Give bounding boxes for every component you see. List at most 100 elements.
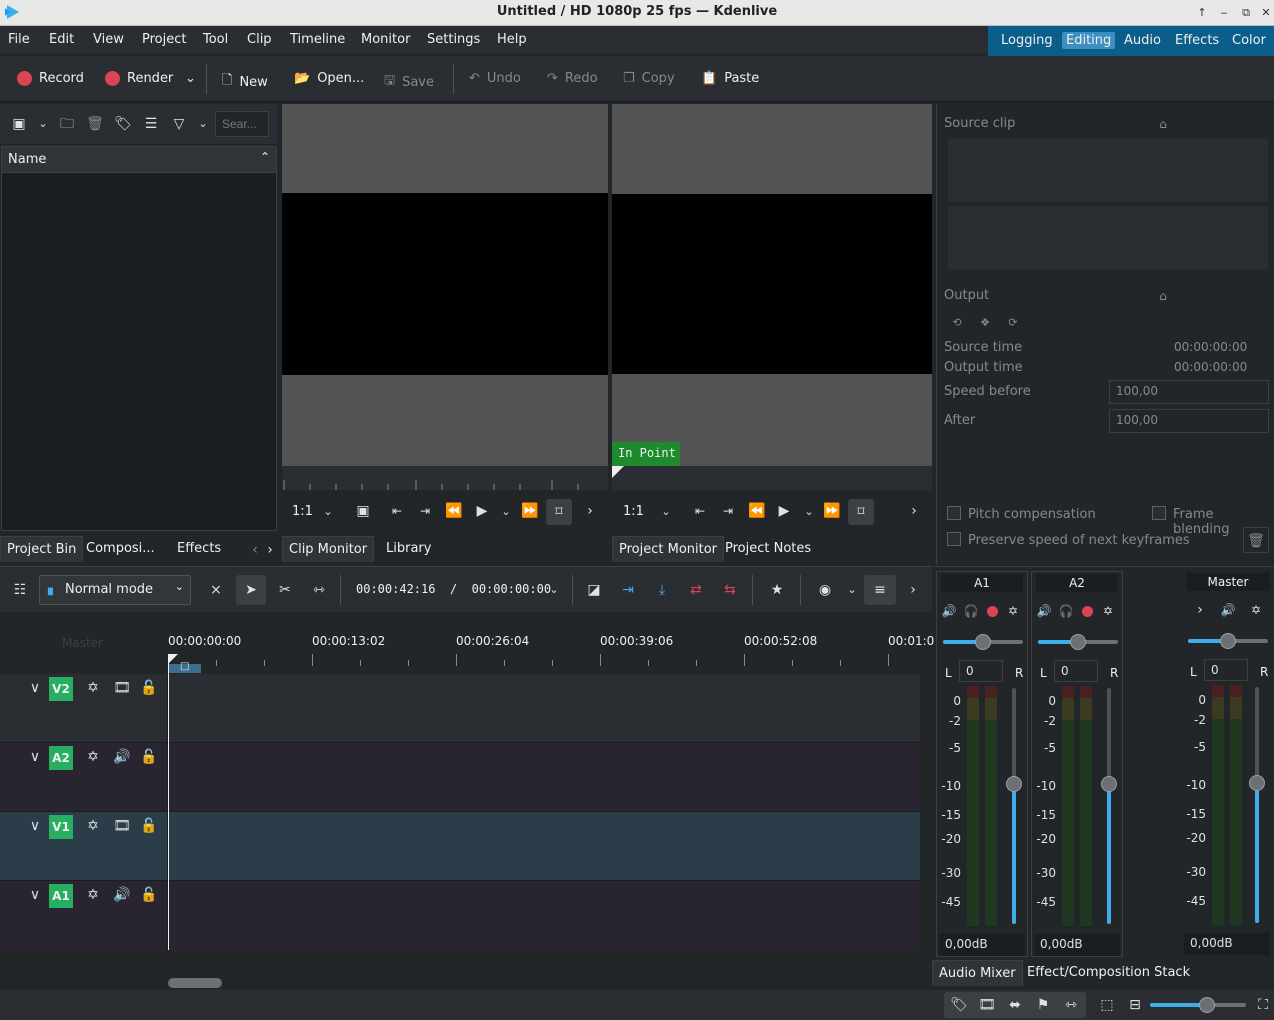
menu-settings[interactable]: Settings: [427, 32, 480, 47]
zoom-out-icon[interactable]: ⊟: [1126, 996, 1144, 1014]
zone-marker[interactable]: □: [168, 661, 201, 673]
balance-input[interactable]: 0: [959, 660, 1003, 682]
headphones-icon[interactable]: 🎧: [1058, 602, 1074, 620]
track-label-v2[interactable]: V2: [49, 677, 73, 701]
more-options-icon[interactable]: ›: [906, 502, 922, 520]
tab-project-bin[interactable]: Project Bin: [0, 536, 84, 562]
mixer-toggle-icon[interactable]: ≡: [864, 575, 896, 605]
play-icon[interactable]: ▶: [473, 502, 491, 520]
mute-audio-icon[interactable]: 🔊: [112, 748, 132, 766]
delete-icon[interactable]: 🗑: [86, 115, 104, 133]
volume-db-input[interactable]: 0,00dB: [1184, 933, 1270, 955]
menu-monitor[interactable]: Monitor: [361, 32, 410, 47]
track-label-a1[interactable]: A1: [49, 884, 73, 908]
hide-video-icon[interactable]: 🎞: [112, 679, 132, 697]
source-time-value[interactable]: 00:00:00:00: [1174, 340, 1247, 354]
playhead-marker-icon[interactable]: [168, 654, 178, 664]
track-a1[interactable]: [0, 881, 920, 950]
next-keyframe-icon[interactable]: ⟳: [1005, 314, 1021, 332]
frame-blending-checkbox[interactable]: [1152, 506, 1166, 520]
tab-scroll-left-icon[interactable]: ‹: [248, 541, 262, 559]
collapse-track-icon[interactable]: ∨: [25, 886, 45, 904]
balance-input[interactable]: 0: [1054, 660, 1098, 682]
tab-compositions[interactable]: Composi...: [80, 536, 161, 561]
track-v2[interactable]: [0, 674, 920, 743]
timeline-ruler[interactable]: Master 00:00:00:00 00:00:13:02 00:00:26:…: [0, 614, 934, 674]
crop-icon[interactable]: ⌑: [546, 499, 572, 525]
lock-icon[interactable]: 🔓: [140, 886, 158, 904]
mute-icon[interactable]: 🔊: [1036, 602, 1052, 620]
lock-icon[interactable]: 🔓: [140, 679, 158, 697]
effect-wand-icon[interactable]: ✡: [1248, 601, 1264, 619]
tag-icon[interactable]: 🏷: [950, 996, 968, 1014]
menu-view[interactable]: View: [93, 32, 124, 47]
after-input[interactable]: 100,00: [1109, 409, 1269, 433]
more-options-icon[interactable]: ›: [905, 581, 921, 599]
hide-video-icon[interactable]: 🎞: [112, 817, 132, 835]
set-in-icon[interactable]: ⇤: [389, 502, 405, 520]
previous-keyframe-icon[interactable]: ⟲: [949, 314, 965, 332]
pin-icon[interactable]: ⌂: [1155, 115, 1171, 133]
menu-tool[interactable]: Tool: [203, 32, 228, 47]
layout-effects[interactable]: Effects: [1175, 33, 1219, 48]
lift-icon[interactable]: ⇄: [687, 581, 705, 599]
menu-help[interactable]: Help: [497, 32, 527, 47]
set-in-icon[interactable]: ⇤: [692, 502, 708, 520]
paste-button[interactable]: 📋 Paste: [701, 71, 759, 86]
delete-keyframe-icon[interactable]: 🗑: [1243, 527, 1269, 553]
tag-icon[interactable]: 🏷: [114, 115, 132, 133]
preserve-speed-checkbox[interactable]: [947, 532, 961, 546]
zoom-in-icon[interactable]: ⛶: [1254, 996, 1272, 1014]
menu-edit[interactable]: Edit: [49, 32, 74, 47]
tab-effect-stack[interactable]: Effect/Composition Stack: [1021, 960, 1196, 985]
chevron-down-icon[interactable]: ⌄: [546, 581, 562, 599]
split-audio-icon[interactable]: ◪: [585, 581, 603, 599]
track-v1[interactable]: [0, 812, 920, 881]
lock-icon[interactable]: 🔓: [140, 748, 158, 766]
undo-button[interactable]: ↶ Undo: [469, 71, 521, 86]
effect-wand-icon[interactable]: ✡: [84, 679, 102, 697]
headphones-icon[interactable]: 🎧: [963, 602, 979, 620]
pin-icon[interactable]: ⌂: [1155, 287, 1171, 305]
film-icon[interactable]: 🎞: [978, 996, 996, 1014]
render-dropdown-icon[interactable]: ⌄: [185, 71, 196, 86]
insert-icon[interactable]: ⇥: [619, 581, 637, 599]
new-button[interactable]: 🗋 New: [222, 71, 268, 93]
tab-project-monitor[interactable]: Project Monitor: [612, 536, 725, 562]
tab-project-notes[interactable]: Project Notes: [719, 536, 817, 561]
keep-above-icon[interactable]: ↑: [1192, 4, 1212, 22]
effect-wand-icon[interactable]: ✡: [84, 886, 102, 904]
effect-wand-icon[interactable]: ✡: [1005, 602, 1021, 620]
set-out-icon[interactable]: ⇥: [720, 502, 736, 520]
edit-mode-select[interactable]: ▖ Normal mode ⌄: [39, 575, 191, 605]
effect-wand-icon[interactable]: ✡: [1100, 602, 1116, 620]
chevron-down-icon[interactable]: ⌄: [844, 581, 860, 599]
expand-effects-icon[interactable]: ›: [1192, 601, 1208, 619]
forward-icon[interactable]: ⏩: [823, 502, 841, 520]
add-keyframe-icon[interactable]: ❖: [977, 314, 993, 332]
razor-tool-icon[interactable]: ✂: [276, 581, 294, 599]
volume-fader[interactable]: [1006, 776, 1022, 792]
lock-icon[interactable]: 🔓: [140, 817, 158, 835]
flag-icon[interactable]: ⚑: [1034, 996, 1052, 1014]
clip-monitor-view[interactable]: [282, 104, 608, 466]
layout-color[interactable]: Color: [1232, 33, 1266, 48]
favorite-star-icon[interactable]: ★: [768, 581, 786, 599]
clip-zoom-select[interactable]: 1:1: [292, 504, 313, 519]
razor-all-icon[interactable]: ⨯: [207, 581, 225, 599]
clip-monitor-ruler[interactable]: [282, 466, 608, 490]
redo-button[interactable]: ↷ Redo: [547, 71, 598, 86]
spacer-tool-icon[interactable]: ⇿: [310, 581, 328, 599]
set-out-icon[interactable]: ⇥: [417, 502, 433, 520]
chevron-down-icon[interactable]: ⌄: [658, 503, 674, 521]
forward-icon[interactable]: ⏩: [521, 502, 539, 520]
more-options-icon[interactable]: ›: [582, 502, 598, 520]
menu-project[interactable]: Project: [142, 32, 186, 47]
track-label-v1[interactable]: V1: [49, 815, 73, 839]
bin-search-input[interactable]: [215, 111, 269, 137]
pitch-compensation-checkbox[interactable]: [947, 506, 961, 520]
menu-timeline[interactable]: Timeline: [290, 32, 345, 47]
speed-before-input[interactable]: 100,00: [1109, 380, 1269, 404]
insert-zone-icon[interactable]: ▣: [354, 502, 372, 520]
menu-clip[interactable]: Clip: [247, 32, 272, 47]
